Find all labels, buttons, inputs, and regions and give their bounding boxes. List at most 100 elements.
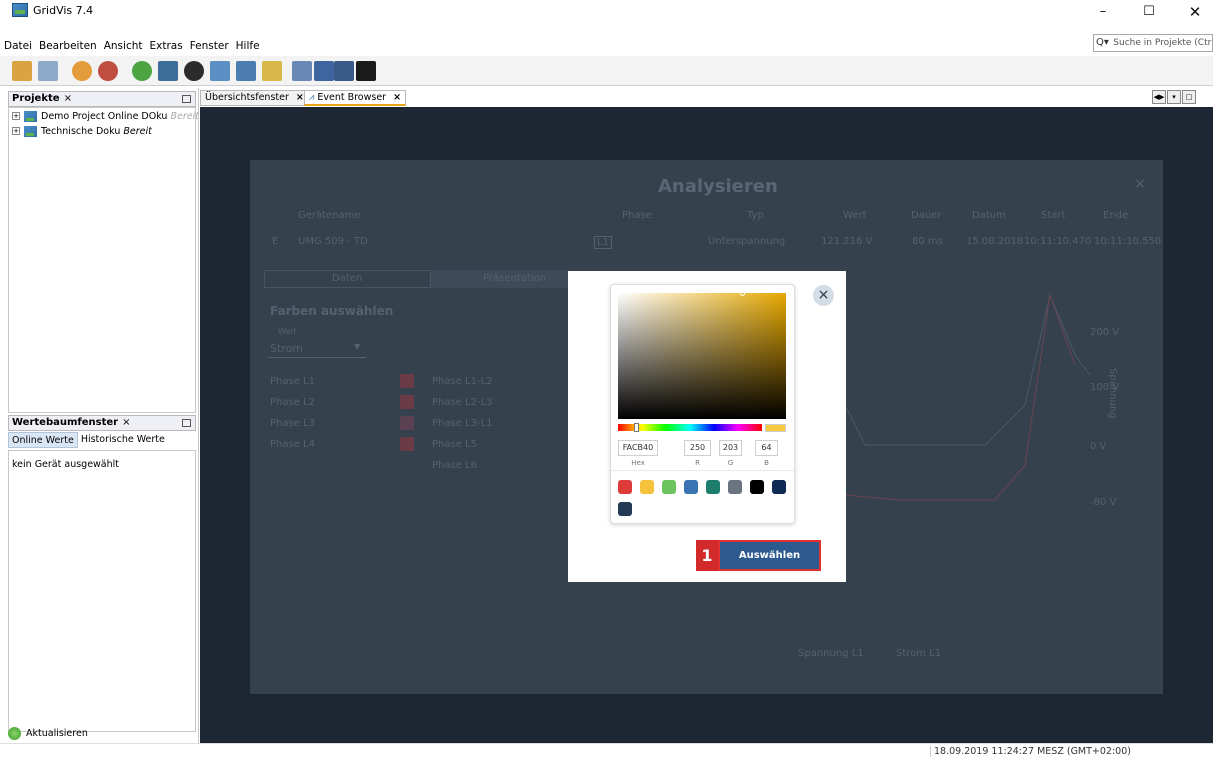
tab-historical-values[interactable]: Historische Werte	[78, 432, 168, 448]
maximize-button[interactable]: ☐	[1131, 2, 1167, 24]
preset-color-swatch[interactable]	[706, 480, 720, 494]
hex-input[interactable]: FACB40	[618, 440, 658, 456]
column-header: Wert	[843, 210, 867, 221]
color-swatch[interactable]	[400, 416, 414, 430]
maximize-editor-icon[interactable]: □	[1182, 90, 1196, 104]
toolbar	[0, 56, 1213, 86]
preset-color-swatch[interactable]	[772, 480, 786, 494]
menu-extras[interactable]: Extras	[146, 38, 186, 54]
menu-datei[interactable]: Datei	[0, 38, 35, 54]
menu-hilfe[interactable]: Hilfe	[232, 38, 263, 54]
window-title: GridVis 7.4	[33, 4, 94, 17]
users-icon[interactable]	[292, 61, 312, 81]
table-cell: L1	[594, 236, 612, 249]
values-tab[interactable]: Wertebaumfenster ×	[12, 417, 130, 428]
chart-icon: ⩘	[309, 92, 315, 103]
close-window-button[interactable]: ✕	[1177, 2, 1213, 24]
menu-bar: Datei Bearbeiten Ansicht Extras Fenster …	[0, 38, 263, 54]
red-label: R	[695, 459, 700, 467]
device-type-icon: E	[272, 236, 279, 247]
minimize-button[interactable]: –	[1085, 2, 1121, 24]
values-pane-body	[8, 450, 196, 732]
minimize-pane-icon[interactable]	[182, 419, 191, 427]
phase-label: Phase L2	[270, 397, 315, 408]
close-project-icon[interactable]	[38, 61, 58, 81]
tab-event-browser[interactable]: ⩘ Event Browser ×	[304, 90, 407, 106]
tab-list-icon[interactable]: ▾	[1167, 90, 1181, 104]
blue-input[interactable]: 64	[755, 440, 778, 456]
preset-color-swatch[interactable]	[684, 480, 698, 494]
preset-color-swatch[interactable]	[640, 480, 654, 494]
close-modal-button[interactable]: ×	[813, 285, 834, 306]
tab-close-icon[interactable]: ×	[393, 92, 401, 103]
chevron-down-icon: ▼	[354, 342, 361, 351]
undo-icon[interactable]	[72, 61, 92, 81]
refresh-button[interactable]: Aktualisieren	[8, 723, 88, 743]
column-header: Start	[1041, 210, 1066, 221]
menu-bearbeiten[interactable]: Bearbeiten	[35, 38, 100, 54]
redo-icon[interactable]	[98, 61, 118, 81]
report-icon[interactable]	[236, 61, 256, 81]
values-tab-close-icon[interactable]: ×	[122, 417, 130, 428]
tab-navigation: ◀▶ ▾ □	[1152, 90, 1196, 104]
color-swatch[interactable]	[400, 374, 414, 388]
preset-color-swatch[interactable]	[618, 502, 632, 516]
table-cell: 121.216 V	[821, 236, 873, 247]
table-cell: 10:11:10.550	[1094, 236, 1162, 247]
tools-icon[interactable]	[262, 61, 282, 81]
phase-label: Phase L4	[270, 439, 315, 450]
minimize-pane-icon[interactable]	[182, 95, 191, 103]
search-placeholder: Suche in Projekte (Ctrl+I)	[1113, 38, 1212, 48]
preset-color-swatch[interactable]	[662, 480, 676, 494]
dashboard-icon[interactable]	[314, 61, 334, 81]
editor-tabs: Übersichtsfenster × ⩘ Event Browser ×	[200, 90, 1213, 106]
value-select-text: Strom	[270, 342, 304, 355]
table-cell: 80 ms	[912, 236, 943, 247]
device-config-icon[interactable]	[158, 61, 178, 81]
background-chart	[845, 293, 1091, 501]
no-device-text: kein Gerät ausgewählt	[12, 459, 120, 470]
legend-item: Spannung L1	[798, 648, 864, 659]
hue-slider-thumb[interactable]	[634, 423, 639, 432]
projects-tab-close-icon[interactable]: ×	[64, 93, 72, 104]
saturation-value-field[interactable]	[618, 293, 786, 419]
menu-fenster[interactable]: Fenster	[186, 38, 232, 54]
graph-icon[interactable]	[210, 61, 230, 81]
current-color-preview	[765, 424, 786, 432]
green-input[interactable]: 203	[719, 440, 742, 456]
red-input[interactable]: 250	[684, 440, 711, 456]
projects-tab[interactable]: Projekte ×	[12, 93, 72, 104]
scroll-left-icon[interactable]: ◀▶	[1152, 90, 1166, 104]
column-header: Typ	[747, 210, 764, 221]
search-input[interactable]: Q▾ Suche in Projekte (Ctrl+I)	[1093, 34, 1213, 52]
analyze-close-icon[interactable]: ×	[1134, 176, 1146, 192]
value-select[interactable]: Strom ▼	[268, 338, 366, 358]
menu-ansicht[interactable]: Ansicht	[100, 38, 146, 54]
hue-slider[interactable]	[618, 424, 762, 431]
preset-color-swatch[interactable]	[618, 480, 632, 494]
column-header: Dauer	[911, 210, 942, 221]
open-project-icon[interactable]	[12, 61, 32, 81]
color-cursor[interactable]	[740, 291, 745, 296]
select-button[interactable]: Auswählen	[718, 540, 821, 571]
table-cell: Unterspannung	[708, 236, 786, 247]
preset-color-swatch[interactable]	[750, 480, 764, 494]
values-pane-header: Wertebaumfenster ×	[8, 415, 196, 431]
color-swatch[interactable]	[400, 437, 414, 451]
projects-pane-body	[8, 107, 196, 413]
tab-close-icon[interactable]: ×	[296, 92, 304, 103]
green-label: G	[727, 459, 734, 467]
color-swatch[interactable]	[400, 395, 414, 409]
app-logo-icon	[12, 3, 28, 17]
picker-divider	[611, 470, 794, 471]
topology-icon[interactable]	[184, 61, 204, 81]
academy-icon[interactable]	[356, 61, 376, 81]
column-header: Phase	[622, 210, 652, 221]
tab-online-values[interactable]: Online Werte	[8, 432, 78, 448]
tab-overview[interactable]: Übersichtsfenster ×	[200, 90, 309, 106]
column-header: Ende	[1103, 210, 1129, 221]
export-icon[interactable]	[334, 61, 354, 81]
search-icon[interactable]: Q▾	[1096, 36, 1113, 50]
preset-color-swatch[interactable]	[728, 480, 742, 494]
sync-icon[interactable]	[132, 61, 152, 81]
